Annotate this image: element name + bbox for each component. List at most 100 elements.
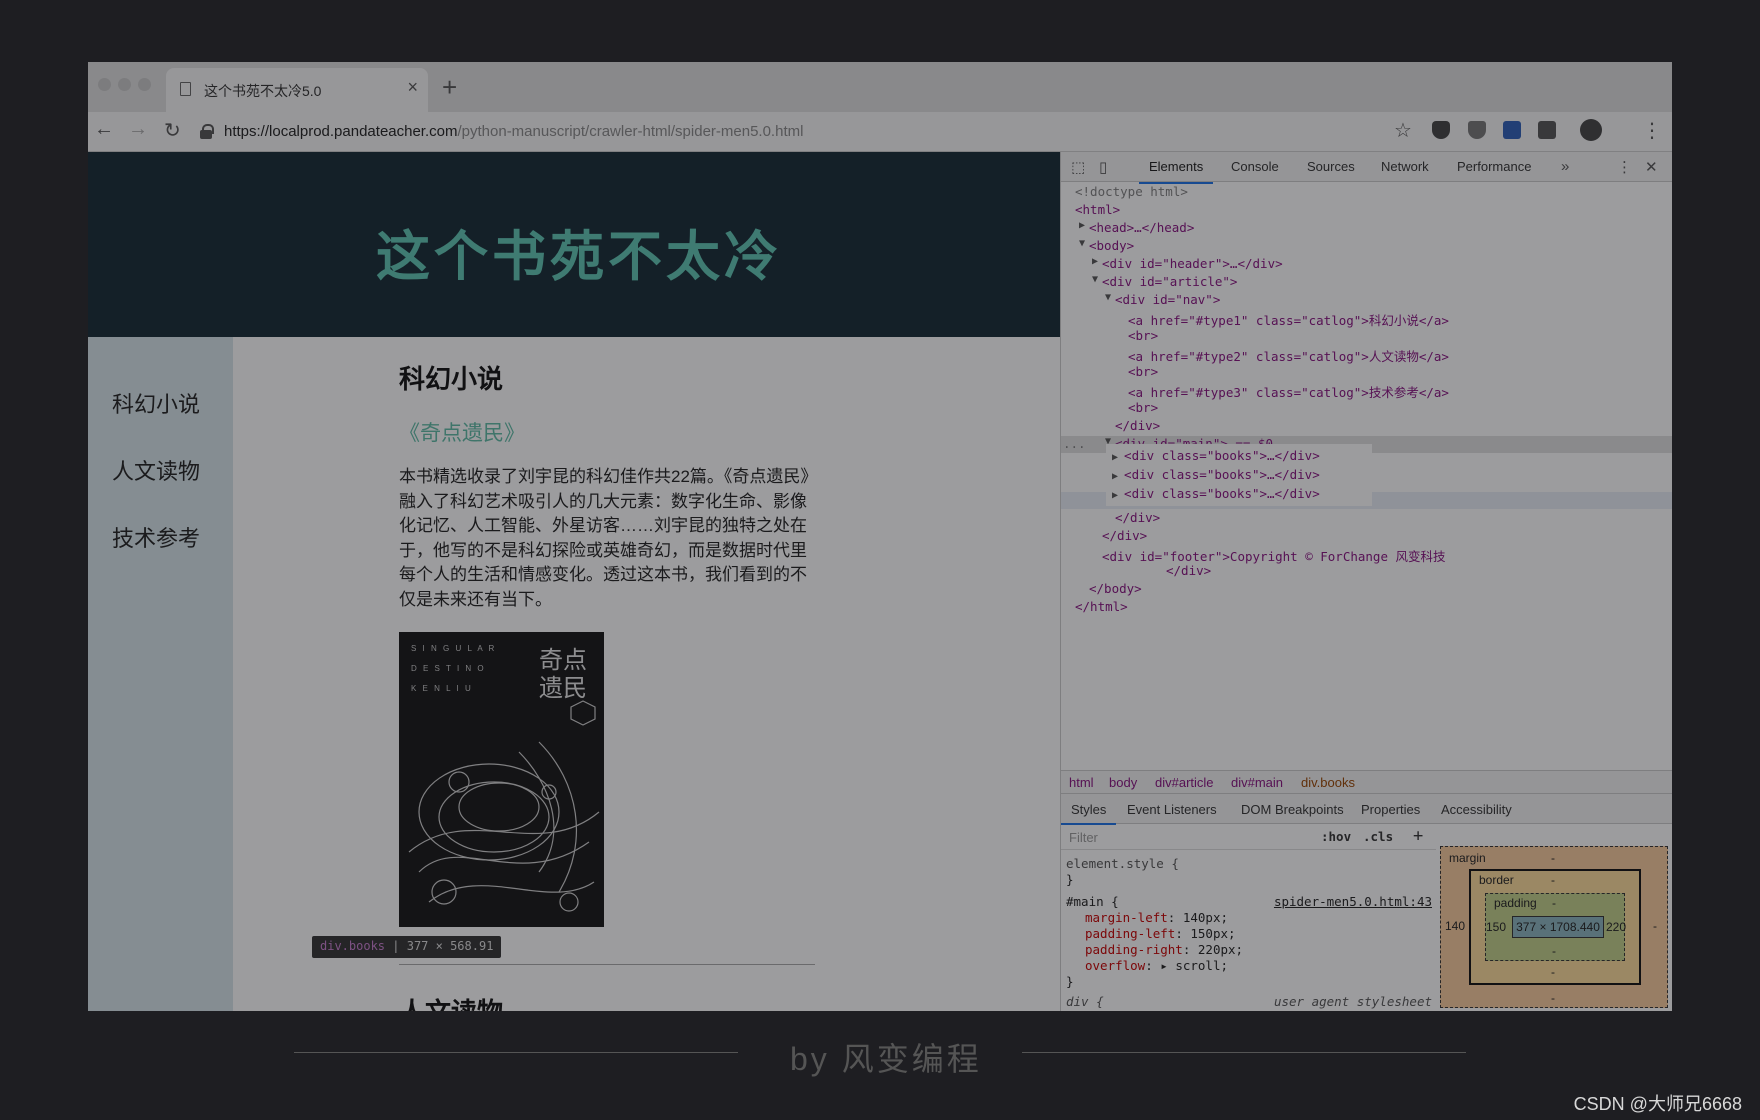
dom-line[interactable]: <br> — [1061, 328, 1672, 345]
tab-performance[interactable]: Performance — [1457, 159, 1531, 174]
url-host: https://localprod.pandateacher.com — [224, 123, 458, 140]
maximize-window-dot[interactable] — [138, 78, 151, 91]
box-model-border-label: border — [1479, 873, 1514, 887]
minimize-window-dot[interactable] — [118, 78, 131, 91]
highlighted-books-nodes: ▶ <div class="books">…</div> ▶ <div clas… — [1108, 446, 1370, 504]
web-page-viewport: 这个书苑不太冷 科幻小说 人文读物 技术参考 科幻小说 《奇点遗民》 本书精选收… — [88, 152, 1060, 1011]
collapsed-arrow-icon[interactable]: ▶ — [1092, 256, 1098, 267]
dom-line[interactable]: </div> — [1061, 418, 1672, 435]
subtab-dom-breakpoints[interactable]: DOM Breakpoints — [1241, 802, 1344, 817]
url-path: /python-manuscript/crawler-html/spider-m… — [457, 123, 804, 140]
books-node-1[interactable]: ▶ <div class="books">…</div> — [1112, 448, 1320, 463]
cover-letters-row1: S I N G U L A R — [411, 644, 497, 653]
reload-icon[interactable]: ↻ — [164, 118, 181, 143]
css-declaration[interactable]: padding-right: 220px; — [1085, 942, 1243, 957]
dom-line[interactable]: ▼ <div id="article"> — [1061, 274, 1672, 291]
css-declaration[interactable]: margin-left: 140px; — [1085, 910, 1228, 925]
tab-close-icon[interactable]: × — [407, 77, 418, 98]
browser-window: 这个书苑不太冷5.0 × + ← → ↻ https://localprod.p… — [88, 62, 1672, 1011]
url-text: https://localprod.pandateacher.com/pytho… — [224, 123, 803, 140]
profile-avatar[interactable] — [1580, 119, 1602, 141]
dom-ellipsis[interactable]: ... — [1063, 436, 1086, 451]
element-style-rule: element.style { — [1066, 856, 1179, 871]
back-arrow-icon[interactable]: ← — [94, 118, 114, 141]
forward-arrow-icon[interactable]: → — [128, 118, 148, 141]
more-tabs-icon[interactable]: » — [1561, 158, 1569, 175]
page-header: 这个书苑不太冷 — [88, 152, 1060, 337]
dom-line[interactable]: <a href="#type3" class="catlog">技术参考</a> — [1061, 382, 1672, 400]
nav-link-scifi[interactable]: 科幻小说 — [112, 387, 200, 419]
device-toolbar-icon[interactable]: ▯ — [1099, 158, 1107, 176]
dom-line[interactable]: <div id="footer">Copyright © ForChange 风… — [1061, 546, 1672, 564]
inspect-element-icon[interactable]: ⬚ — [1071, 158, 1085, 176]
breadcrumb-article[interactable]: div#article — [1155, 775, 1214, 790]
new-rule-button[interactable]: + — [1413, 826, 1423, 846]
expanded-arrow-icon[interactable]: ▼ — [1092, 274, 1098, 285]
expanded-arrow-icon[interactable]: ▼ — [1079, 238, 1085, 249]
element-hover-tooltip: div.books | 377 × 568.91 — [312, 936, 502, 958]
tab-sources[interactable]: Sources — [1307, 159, 1355, 174]
styles-filter-bar: Filter :hov .cls + — [1061, 824, 1436, 850]
breadcrumb: html body div#article div#main div.books — [1061, 770, 1672, 794]
dom-line[interactable]: ▼ <body> — [1061, 238, 1672, 255]
books-node-3[interactable]: ▶ <div class="books">…</div> — [1112, 486, 1320, 501]
subtab-event-listeners[interactable]: Event Listeners — [1127, 802, 1217, 817]
box-model-padding-right: 220 — [1606, 920, 1627, 934]
breadcrumb-body[interactable]: body — [1109, 775, 1137, 790]
devtools-menu-icon[interactable]: ⋮ — [1617, 158, 1632, 176]
dom-line[interactable]: ▼ <div id="nav"> — [1061, 292, 1672, 309]
styles-filter-input[interactable]: Filter — [1069, 830, 1098, 845]
section-heading: 科幻小说 — [399, 364, 504, 394]
dom-line[interactable]: <br> — [1061, 400, 1672, 417]
browser-tab[interactable]: 这个书苑不太冷5.0 × — [166, 68, 428, 112]
hov-toggle[interactable]: :hov — [1321, 829, 1351, 844]
css-declaration[interactable]: padding-left: 150px; — [1085, 926, 1236, 941]
dom-line[interactable]: </div> — [1061, 563, 1672, 580]
dom-line[interactable]: </div> — [1061, 510, 1672, 527]
breadcrumb-main[interactable]: div#main — [1231, 775, 1283, 790]
cover-letters-row2: D E S T I N O — [411, 664, 486, 673]
dom-line[interactable]: </html> — [1061, 599, 1672, 616]
expanded-arrow-icon[interactable]: ▼ — [1105, 292, 1111, 303]
main-rule-selector: #main { — [1066, 894, 1119, 909]
reader-extension-icon[interactable] — [1538, 121, 1556, 139]
dom-line[interactable]: ▶ <div id="header">…</div> — [1061, 256, 1672, 273]
dom-line[interactable]: <!doctype html> — [1061, 184, 1672, 201]
nav-link-humanities[interactable]: 人文读物 — [112, 454, 200, 486]
shield-extension-icon[interactable] — [1468, 121, 1486, 139]
lock-icon — [200, 124, 214, 139]
box-model-padding-left: 150 — [1486, 920, 1507, 934]
collapsed-arrow-icon[interactable]: ▶ — [1079, 220, 1085, 231]
bookmark-star-icon[interactable]: ☆ — [1394, 118, 1412, 143]
dom-line[interactable]: </div> — [1061, 528, 1672, 545]
dom-line[interactable]: ▶ <head>…</head> — [1061, 220, 1672, 237]
browser-toolbar: ← → ↻ https://localprod.pandateacher.com… — [88, 112, 1672, 152]
breadcrumb-html[interactable]: html — [1069, 775, 1094, 790]
devtools-close-icon[interactable]: ✕ — [1645, 158, 1658, 176]
address-bar[interactable]: https://localprod.pandateacher.com/pytho… — [200, 117, 1500, 147]
dom-line[interactable]: <a href="#type2" class="catlog">人文读物</a> — [1061, 346, 1672, 364]
subtab-accessibility[interactable]: Accessibility — [1441, 802, 1512, 817]
rule-close-brace: } — [1066, 872, 1074, 887]
breadcrumb-books[interactable]: div.books — [1301, 775, 1355, 790]
close-window-dot[interactable] — [98, 78, 111, 91]
dom-line[interactable]: <br> — [1061, 364, 1672, 381]
dom-line[interactable]: </body> — [1061, 581, 1672, 598]
nav-link-tech[interactable]: 技术参考 — [112, 521, 200, 553]
dom-line[interactable]: <html> — [1061, 202, 1672, 219]
pocket-extension-icon[interactable] — [1432, 121, 1450, 139]
css-declaration[interactable]: overflow: ▸ scroll; — [1085, 958, 1228, 973]
tab-elements[interactable]: Elements — [1138, 159, 1214, 184]
books-node-2[interactable]: ▶ <div class="books">…</div> — [1112, 467, 1320, 482]
rule-source-link[interactable]: spider-men5.0.html:43 — [1274, 894, 1432, 909]
footer-brand-text: by 风变编程 — [790, 1041, 982, 1077]
tab-network[interactable]: Network — [1381, 159, 1429, 174]
subtab-styles[interactable]: Styles — [1061, 802, 1117, 825]
jh-extension-icon[interactable] — [1503, 121, 1521, 139]
dom-line[interactable]: <a href="#type1" class="catlog">科幻小说</a> — [1061, 310, 1672, 328]
cls-toggle[interactable]: .cls — [1363, 829, 1393, 844]
browser-menu-icon[interactable]: ⋮ — [1642, 118, 1662, 143]
new-tab-button[interactable]: + — [442, 72, 457, 103]
tab-console[interactable]: Console — [1231, 159, 1279, 174]
subtab-properties[interactable]: Properties — [1361, 802, 1420, 817]
